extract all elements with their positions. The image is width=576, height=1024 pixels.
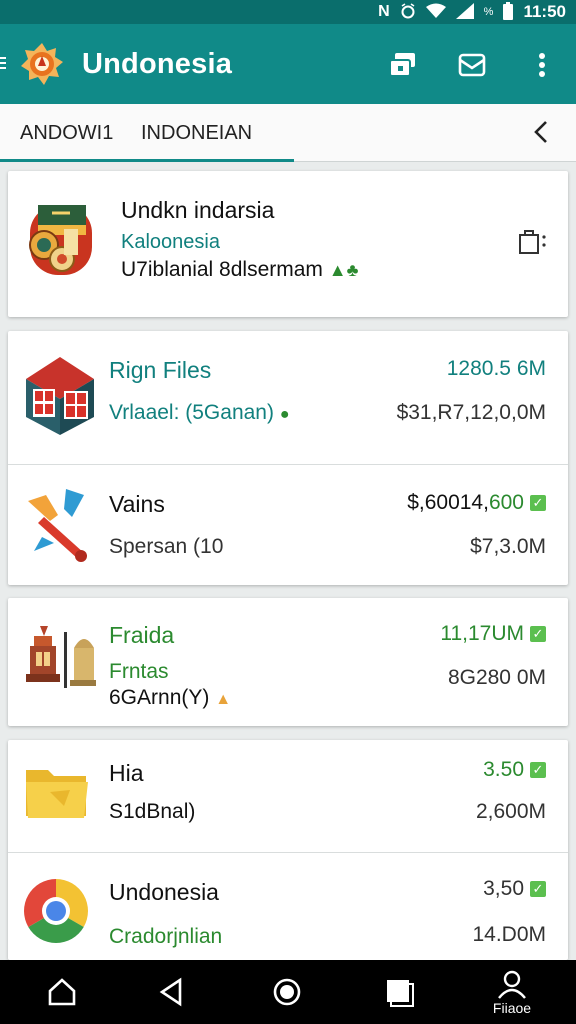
mail-check-icon[interactable] <box>457 50 487 80</box>
signal-icon <box>455 3 474 21</box>
chevron-left-icon[interactable] <box>530 118 552 146</box>
item-subtitle: Spersan (10 <box>109 535 224 558</box>
item-size-text: 3,50 <box>483 877 524 900</box>
item-title: Hia <box>109 760 144 786</box>
item-subtitle-2-text: 6GArnn(Y) <box>109 686 210 709</box>
check-icon: ✓ <box>530 626 546 643</box>
app-logo <box>20 42 64 86</box>
folder-icon <box>24 762 90 822</box>
item-amount: 8G280 0M <box>447 666 546 689</box>
list-item[interactable]: Rign Files Vrlaael: (5Ganan) ● 1280.5 6M… <box>8 331 568 464</box>
list-item[interactable]: Undonesia Cradorjnlian 3,50 ✓ 14.D0M <box>8 852 568 961</box>
tab-indoneian[interactable]: INDONEIAN <box>141 122 252 145</box>
check-icon: ✓ <box>530 495 546 512</box>
file-card-2: Fraida Frntas 6GArnn(Y) ▲ 11,17UM ✓ 8G280… <box>8 598 568 726</box>
item-amount: 14.D0M <box>472 923 546 946</box>
app-bar: Undonesia <box>0 24 576 104</box>
list-item[interactable]: Fraida Frntas 6GArnn(Y) ▲ 11,17UM ✓ 8G280… <box>8 598 568 726</box>
item-amount: $7,3.0M <box>470 535 546 558</box>
item-title: Undonesia <box>109 879 219 905</box>
check-icon: ✓ <box>530 762 546 779</box>
back-icon[interactable] <box>156 976 188 1008</box>
header-detail: U7iblanial 8dlsermam ▲♣ <box>121 258 358 282</box>
bag-icon[interactable] <box>516 227 548 260</box>
wifi-icon <box>425 3 446 21</box>
menu-icon[interactable] <box>0 54 8 72</box>
header-detail-text: U7iblanial 8dlsermam <box>121 258 323 281</box>
item-subtitle: Cradorjnlian <box>109 925 223 948</box>
temple-icon <box>24 622 96 694</box>
profile-label: Fiiaoe <box>492 1000 532 1016</box>
circle-icon[interactable] <box>271 976 303 1008</box>
header-card[interactable]: Undkn indarsia Kaloonesia U7iblanial 8dl… <box>8 171 568 317</box>
item-size: 3,50 ✓ <box>483 877 546 901</box>
list-item[interactable]: Hia S1dBnal) 3.50 ✓ 2,600M <box>8 740 568 852</box>
item-subtitle-2: 6GArnn(Y) ▲ <box>109 686 231 710</box>
item-subtitle-text: Vrlaael: (5Ganan) <box>109 401 274 424</box>
nav-bar: Fiiaoe <box>0 960 576 1024</box>
tree-icon: ▲♣ <box>328 260 359 280</box>
flame-icon: ▲ <box>215 691 232 708</box>
nfc-icon: N <box>378 3 390 20</box>
check-icon: ✓ <box>530 881 546 898</box>
item-size: 3.50 ✓ <box>483 758 546 782</box>
more-vert-icon[interactable] <box>527 50 557 80</box>
item-size-text: 11,17UM <box>440 622 524 645</box>
battery-text: % <box>483 5 494 18</box>
building-icon <box>24 355 96 435</box>
home-icon[interactable] <box>46 976 78 1008</box>
item-size: 11,17UM ✓ <box>440 622 546 646</box>
pen-icon <box>24 487 94 563</box>
item-subtitle: S1dBnal) <box>109 800 196 823</box>
item-price: $,60014,600 ✓ <box>407 491 546 515</box>
item-title: Rign Files <box>109 357 212 383</box>
clock: 11:50 <box>523 2 566 21</box>
file-card-1: Rign Files Vrlaael: (5Ganan) ● 1280.5 6M… <box>8 331 568 585</box>
header-subtitle: Kaloonesia <box>121 231 220 253</box>
emblem-icon <box>24 201 98 281</box>
leaf-icon: ● <box>279 406 290 423</box>
header-title: Undkn indarsia <box>121 197 275 223</box>
battery-icon <box>503 2 514 22</box>
tab-bar: ANDOWI1 INDONEIAN <box>0 104 576 162</box>
item-subtitle: Vrlaael: (5Ganan) ● <box>109 401 290 425</box>
chrome-icon <box>22 877 90 945</box>
item-subtitle: Frntas <box>109 660 169 683</box>
file-card-3: Hia S1dBnal) 3.50 ✓ 2,600M Undonesia Crad… <box>8 740 568 960</box>
item-price-suffix: 600 <box>488 491 524 514</box>
alarm-icon <box>400 3 416 21</box>
item-size: 1280.5 6M <box>446 357 546 380</box>
profile-icon[interactable] <box>496 970 528 1002</box>
item-title: Fraida <box>109 622 175 648</box>
item-price-prefix: $,60014, <box>407 491 489 514</box>
item-title: Vains <box>109 491 165 517</box>
status-bar: N % 11:50 <box>0 0 576 24</box>
item-amount: 2,600M <box>475 800 546 823</box>
tab-indicator <box>0 159 294 162</box>
recents-icon[interactable] <box>383 976 415 1008</box>
item-size-text: 3.50 <box>483 758 524 781</box>
item-amount: $31,R7,12,0,0M <box>396 401 546 424</box>
cards-icon[interactable] <box>388 50 418 80</box>
list-item[interactable]: Vains Spersan (10 $,60014,600 ✓ $7,3.0M <box>8 464 568 586</box>
app-title: Undonesia <box>82 48 233 80</box>
tab-andowi[interactable]: ANDOWI1 <box>20 122 113 145</box>
